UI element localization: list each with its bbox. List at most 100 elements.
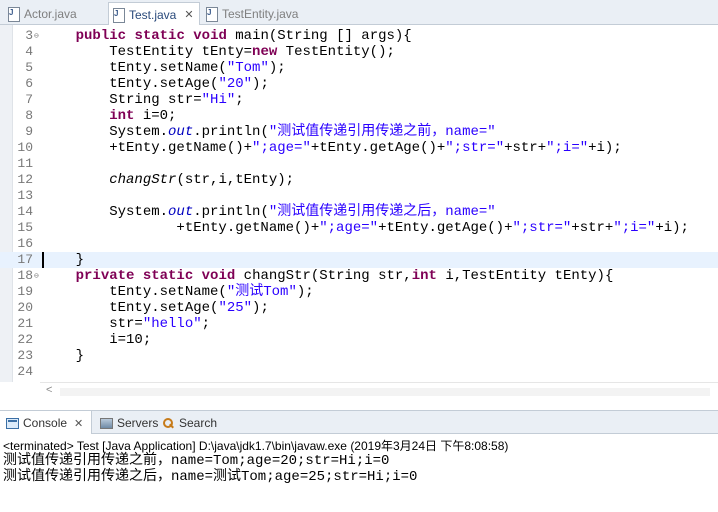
java-file-icon	[206, 7, 218, 22]
code-token: main(String [] args){	[226, 28, 412, 44]
code-token: +tEnty.getAge()+	[378, 220, 513, 236]
console-status: <terminated> Test [Java Application] D:\…	[3, 439, 509, 453]
code-line[interactable]: 10 +tEnty.getName()+";age="+tEnty.getAge…	[0, 140, 718, 156]
close-icon[interactable]: ✕	[74, 417, 83, 430]
code-line[interactable]: 5 tEnty.setName("Tom");	[0, 60, 718, 76]
tab-testentity-java[interactable]: TestEntity.java	[206, 2, 326, 25]
code-line[interactable]: 22 i=10;	[0, 332, 718, 348]
code-token: public	[75, 28, 127, 44]
java-file-icon	[113, 8, 125, 23]
code-text: tEnty.setAge("20");	[42, 76, 269, 92]
code-text: tEnty.setAge("25");	[42, 300, 269, 316]
code-token: int	[109, 108, 135, 124]
line-number: 12	[17, 172, 33, 187]
code-token: "Hi"	[201, 92, 236, 108]
view-tab-bar: Console ✕ Servers Search	[0, 410, 718, 435]
code-line[interactable]: 14 System.out.println("测试值传递引用传递之后，name=…	[0, 204, 718, 220]
code-line[interactable]: 19 tEnty.setName("测试Tom");	[0, 284, 718, 300]
code-token: void	[201, 268, 236, 284]
tab-label: Console	[23, 416, 68, 430]
code-line[interactable]: 11	[0, 156, 718, 172]
code-line[interactable]: 13	[0, 188, 718, 204]
tab-label: Servers	[117, 416, 159, 430]
code-token: tEnty.setName(	[42, 60, 227, 76]
line-number: 20	[17, 300, 33, 315]
tab-console[interactable]: Console ✕	[0, 411, 92, 435]
code-line[interactable]: 17 }	[0, 252, 718, 268]
close-icon[interactable]: ✕	[184, 8, 193, 21]
code-token: .println(	[193, 124, 269, 140]
code-token: );	[268, 60, 286, 76]
code-token: "20"	[218, 76, 253, 92]
tab-actor-java[interactable]: Actor.java	[8, 2, 106, 25]
fold-collapse-icon[interactable]: ⊖	[34, 29, 39, 45]
code-line[interactable]: 6 tEnty.setAge("20");	[0, 76, 718, 92]
code-token: changStr(String str,	[235, 268, 412, 284]
code-line[interactable]: 4 TestEntity tEnty=new TestEntity();	[0, 44, 718, 60]
code-token: +tEnty.getAge()+	[310, 140, 446, 156]
code-line[interactable]: 18 ⊖ private static void changStr(String …	[0, 268, 718, 284]
code-token: tEnty.setAge(	[42, 300, 219, 316]
line-number: 7	[25, 92, 33, 107]
tab-servers[interactable]: Servers	[98, 411, 158, 435]
line-number: 15	[17, 220, 33, 235]
code-line[interactable]: 24	[0, 364, 718, 380]
code-text: int i=0;	[42, 108, 176, 124]
code-token: .println(	[193, 204, 269, 220]
code-token: ";age="	[252, 140, 311, 156]
code-token: }	[42, 348, 85, 364]
code-text: changStr(str,i,tEnty);	[42, 172, 294, 188]
code-token: System.	[42, 204, 169, 220]
tab-search[interactable]: Search	[162, 411, 217, 435]
code-text: }	[42, 348, 84, 364]
line-number: 13	[17, 188, 33, 203]
code-token: private	[75, 268, 135, 284]
scroll-left-icon[interactable]: <	[46, 384, 52, 396]
line-number: 22	[17, 332, 33, 347]
servers-icon	[100, 417, 113, 429]
code-line[interactable]: 21 str="hello";	[0, 316, 718, 332]
line-number: 11	[17, 156, 33, 171]
code-token: ";str="	[512, 220, 572, 236]
code-line[interactable]: 7 String str="Hi";	[0, 92, 718, 108]
code-line[interactable]: 3 ⊖ public static void main(String [] arg…	[0, 28, 718, 44]
code-token: "测试值传递引用传递之前，name="	[268, 124, 496, 140]
code-token: out	[168, 204, 194, 220]
code-editor[interactable]: 3 ⊖ public static void main(String [] arg…	[0, 25, 718, 402]
code-token: +str+	[504, 140, 547, 156]
code-token: static	[142, 268, 194, 284]
code-line[interactable]: 20 tEnty.setAge("25");	[0, 300, 718, 316]
code-line[interactable]: 15 +tEnty.getName()+";age="+tEnty.getAge…	[0, 220, 718, 236]
fold-collapse-icon[interactable]: ⊖	[34, 269, 39, 285]
code-text: String str="Hi";	[42, 92, 243, 108]
scrollbar-thumb[interactable]	[60, 388, 710, 396]
code-token: +tEnty.getName()+	[42, 140, 253, 156]
code-token: +i);	[588, 140, 622, 156]
line-number: 18	[17, 268, 33, 283]
code-line[interactable]: 16	[0, 236, 718, 252]
line-number: 14	[17, 204, 33, 219]
console-view[interactable]: <terminated> Test [Java Application] D:\…	[0, 434, 718, 512]
code-line[interactable]: 12 changStr(str,i,tEnty);	[0, 172, 718, 188]
code-line[interactable]: 23 }	[0, 348, 718, 364]
code-line[interactable]: 8 int i=0;	[0, 108, 718, 124]
code-token: TestEntity();	[277, 44, 395, 60]
code-token: System.	[42, 124, 169, 140]
code-line[interactable]: 9 System.out.println("测试值传递引用传递之前，name="	[0, 124, 718, 140]
line-number: 5	[25, 60, 33, 75]
line-number: 23	[17, 348, 33, 363]
tab-label: Search	[179, 416, 218, 430]
line-number: 9	[25, 124, 33, 139]
code-token: out	[168, 124, 194, 140]
horizontal-scrollbar[interactable]: <	[40, 382, 718, 402]
code-text: TestEntity tEnty=new TestEntity();	[42, 44, 395, 60]
code-text: +tEnty.getName()+";age="+tEnty.getAge()+…	[42, 140, 622, 156]
code-text: str="hello";	[42, 316, 210, 332]
code-token: "Tom"	[226, 60, 269, 76]
tab-test-java[interactable]: Test.java ✕	[108, 2, 200, 26]
code-token: i=10;	[42, 332, 152, 348]
